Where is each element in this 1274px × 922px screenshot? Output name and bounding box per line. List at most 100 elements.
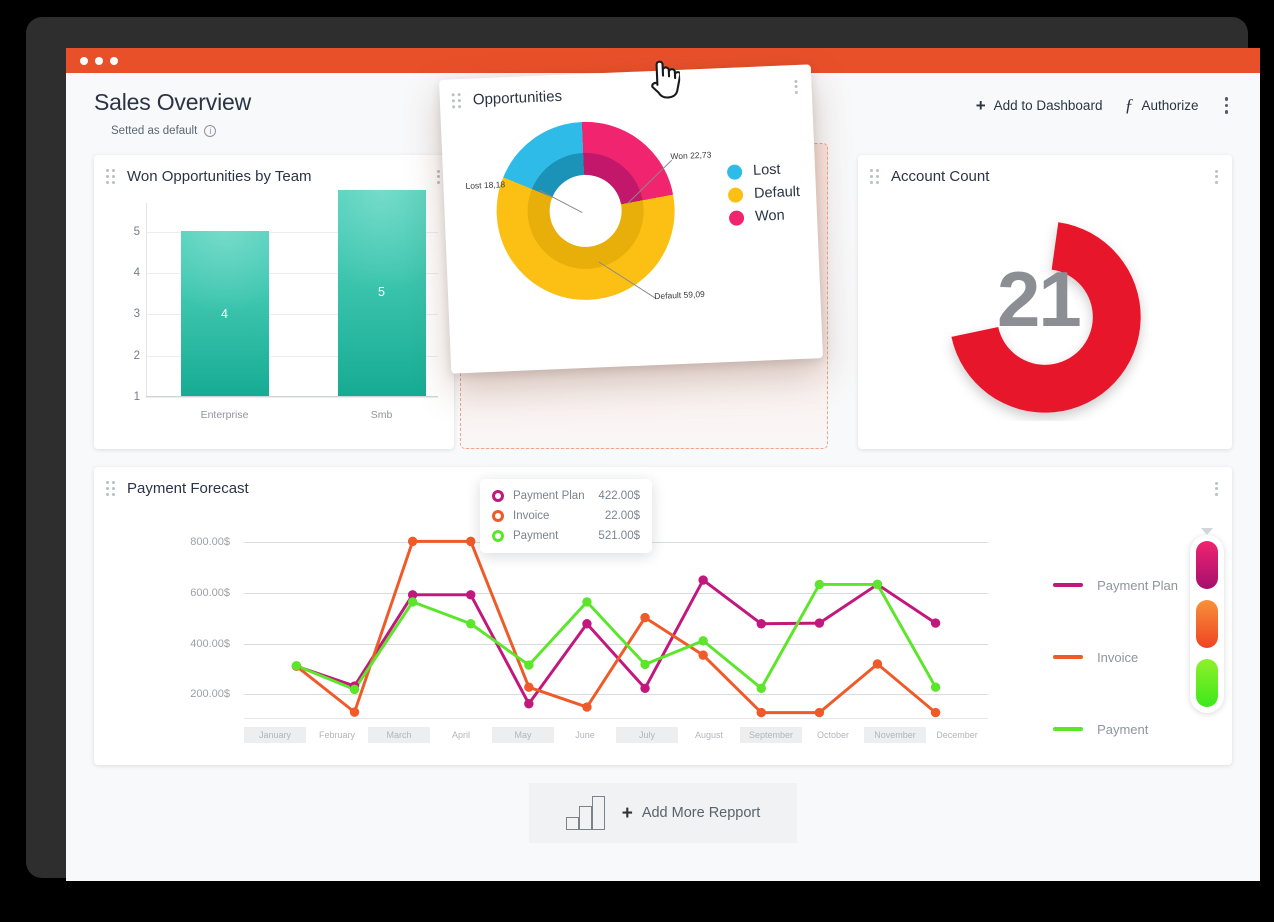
line-point[interactable] <box>930 682 941 692</box>
line-point[interactable] <box>407 536 418 547</box>
bar-chart-plot: 1 2 3 4 5 4 5 <box>134 189 438 403</box>
line-point[interactable] <box>698 650 708 660</box>
drag-handle-icon[interactable] <box>451 93 462 109</box>
info-icon[interactable]: i <box>204 125 217 137</box>
line-x-tick-label: August <box>694 730 724 740</box>
drag-handle-icon[interactable] <box>870 169 879 184</box>
legend-item-payment[interactable]: Payment <box>1053 693 1178 765</box>
line-chart-legend: Payment Plan Invoice Payment <box>1053 549 1178 765</box>
color-swatch-invoice[interactable] <box>1196 599 1218 648</box>
add-to-dashboard-label: Add to Dashboard <box>993 97 1103 113</box>
legend-swatch-won <box>728 209 745 226</box>
tooltip-series-value: 422.00$ <box>598 490 640 502</box>
card-opportunities-dragging[interactable]: Opportunities Lost 18,18 Won 22,73 Defau… <box>439 60 823 374</box>
line-chart-axis-line <box>244 718 988 719</box>
line-point[interactable] <box>349 707 360 717</box>
line-point[interactable] <box>466 590 476 600</box>
line-point[interactable] <box>698 636 708 646</box>
line-x-tick-label: February <box>318 730 355 740</box>
line-y-tick-label: 200.00$ <box>190 688 230 701</box>
add-more-report-button[interactable]: + Add More Repport <box>529 783 797 843</box>
tooltip-series-dot <box>492 530 504 542</box>
header-overflow-menu-icon[interactable] <box>1221 95 1233 116</box>
line-x-tick-label: December <box>936 730 978 740</box>
add-more-report-label-wrap: + Add More Repport <box>622 804 761 823</box>
line-point[interactable] <box>640 612 650 623</box>
bar-x-tick-label: Smb <box>370 409 393 421</box>
dashboard-row-bottom: Payment Forecast 800.00$ 600.00$ 400.00$ 20… <box>94 467 1232 843</box>
line-point[interactable] <box>466 619 476 629</box>
line-point[interactable] <box>582 597 592 607</box>
line-point[interactable] <box>291 661 302 671</box>
series-color-picker[interactable] <box>1190 528 1224 713</box>
window-dot-maximize[interactable] <box>110 56 118 65</box>
line-chart-x-axis: January February March April May June July Augu… <box>244 727 988 743</box>
kebab-menu-icon[interactable] <box>794 79 798 94</box>
legend-item-invoice[interactable]: Invoice <box>1053 621 1178 693</box>
header-actions: + Add to Dashboard ƒ Authorize <box>976 95 1232 116</box>
add-to-dashboard-button[interactable]: + Add to Dashboard <box>976 97 1103 114</box>
legend-item-payment-plan[interactable]: Payment Plan <box>1053 549 1178 621</box>
line-point[interactable] <box>698 575 708 585</box>
bar-smb[interactable]: 5 <box>337 189 426 396</box>
function-icon: ƒ <box>1124 95 1134 116</box>
line-point[interactable] <box>756 707 766 718</box>
line-point[interactable] <box>872 579 883 590</box>
legend-swatch-default <box>727 186 744 203</box>
line-point[interactable] <box>930 707 941 718</box>
bar-chart-icon <box>565 796 608 830</box>
line-point[interactable] <box>640 683 650 693</box>
line-point[interactable] <box>756 619 766 629</box>
window-dot-minimize[interactable] <box>95 56 103 65</box>
tooltip-series-value: 22.00$ <box>604 510 640 522</box>
line-point[interactable] <box>814 707 825 718</box>
legend-label: Invoice <box>1097 649 1139 665</box>
line-point[interactable] <box>407 597 418 607</box>
window-dot-close[interactable] <box>80 56 88 65</box>
kebab-menu-icon[interactable] <box>1215 481 1218 496</box>
donut-outer-ring <box>492 118 679 304</box>
bar-y-tick-label: 1 <box>133 391 140 403</box>
line-point[interactable] <box>756 683 766 693</box>
kebab-menu-icon[interactable] <box>437 169 440 184</box>
tooltip-series-dot <box>492 490 504 502</box>
legend-item-default[interactable]: Default <box>727 184 800 203</box>
donut-label-lost: Lost 18,18 <box>465 179 506 191</box>
gauge-chart: 21 <box>858 185 1232 420</box>
card-payment-forecast: Payment Forecast 800.00$ 600.00$ 400.00$ 20… <box>94 467 1232 765</box>
bar-y-tick-label: 4 <box>133 267 140 280</box>
color-swatch-payment-plan[interactable] <box>1196 540 1218 589</box>
authorize-button[interactable]: ƒ Authorize <box>1124 96 1198 114</box>
drag-handle-icon[interactable] <box>106 481 115 496</box>
line-x-tick-label: April <box>451 730 470 740</box>
kebab-menu-icon[interactable] <box>1215 169 1218 184</box>
line-point[interactable] <box>524 682 534 692</box>
line-point[interactable] <box>814 618 825 628</box>
tooltip-row: Payment 521.00$ <box>492 530 640 542</box>
line-y-tick-label: 400.00$ <box>190 637 230 650</box>
line-point[interactable] <box>582 619 592 629</box>
color-swatch-payment[interactable] <box>1196 659 1218 708</box>
line-x-tick-label: March <box>368 727 430 743</box>
bar-value-label: 5 <box>378 284 385 299</box>
tooltip-row: Payment Plan 422.00$ <box>492 490 640 502</box>
line-point[interactable] <box>524 699 534 709</box>
legend-item-lost[interactable]: Lost <box>726 161 800 180</box>
legend-item-won[interactable]: Won <box>728 207 802 226</box>
account-count-value: 21 <box>996 254 1082 343</box>
line-point[interactable] <box>582 702 592 712</box>
tooltip-series-name: Invoice <box>513 510 550 522</box>
line-point[interactable] <box>466 536 476 547</box>
line-point[interactable] <box>814 579 825 590</box>
line-point[interactable] <box>930 618 941 628</box>
line-point[interactable] <box>640 659 650 670</box>
add-report-row: + Add More Repport <box>94 783 1232 843</box>
bar-enterprise[interactable]: 4 <box>180 230 269 396</box>
line-point[interactable] <box>349 684 360 695</box>
line-chart-svg <box>291 536 941 718</box>
add-more-report-label: Add More Repport <box>641 805 761 821</box>
line-chart-tooltip: Payment Plan 422.00$ Invoice 22.00$ Payment 5… <box>480 479 652 553</box>
line-point[interactable] <box>872 659 883 669</box>
line-point[interactable] <box>524 660 534 670</box>
drag-handle-icon[interactable] <box>106 169 115 184</box>
